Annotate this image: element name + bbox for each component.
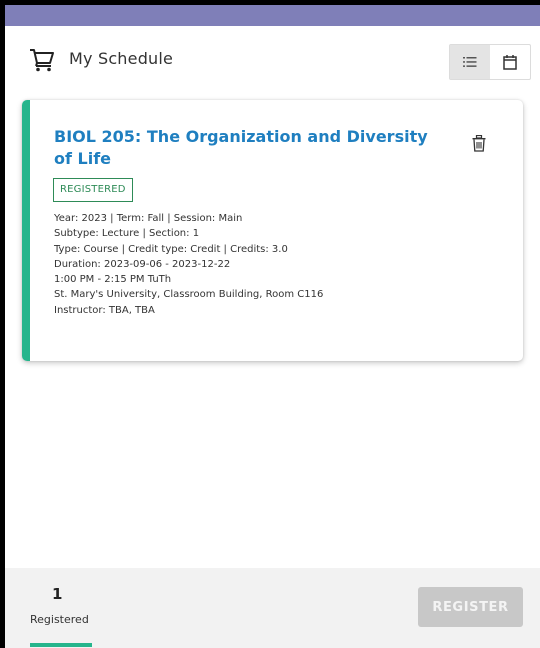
calendar-icon	[503, 55, 517, 70]
course-card: BIOL 205: The Organization and Diversity…	[22, 100, 523, 361]
register-button[interactable]: REGISTER	[418, 587, 523, 627]
registered-count: 1	[52, 585, 63, 603]
detail-location: St. Mary's University, Classroom Buildin…	[54, 289, 324, 301]
calendar-view-button[interactable]	[490, 45, 530, 79]
detail-subtype: Subtype: Lecture | Section: 1	[54, 228, 200, 240]
course-details: Year: 2023 | Term: Fall | Session: Main …	[54, 211, 323, 318]
active-tab-indicator	[30, 643, 92, 647]
detail-year-term: Year: 2023 | Term: Fall | Session: Main	[54, 213, 243, 224]
card-accent-bar	[22, 100, 30, 361]
detail-type-credits: Type: Course | Credit type: Credit | Cre…	[54, 243, 288, 255]
page-title: My Schedule	[69, 49, 174, 68]
cart-icon	[30, 49, 54, 72]
trash-icon[interactable]	[472, 135, 486, 152]
status-badge: REGISTERED	[53, 178, 133, 202]
view-toggle	[449, 44, 531, 80]
detail-meeting-time: 1:00 PM - 2:15 PM TuTh	[54, 274, 172, 286]
schedule-footer: 1 Registered REGISTER	[5, 568, 540, 648]
course-title-link[interactable]: BIOL 205: The Organization and Diversity…	[54, 126, 444, 170]
detail-instructor: Instructor: TBA, TBA	[54, 304, 155, 316]
schedule-panel: My Schedule BIOL 205: The Organization a…	[5, 5, 540, 648]
list-view-button[interactable]	[450, 45, 490, 79]
detail-duration: Duration: 2023-09-06 - 2023-12-22	[54, 258, 231, 270]
list-icon	[463, 57, 477, 67]
schedule-header: My Schedule	[5, 26, 540, 98]
top-band	[5, 5, 540, 26]
registered-label: Registered	[30, 613, 89, 626]
